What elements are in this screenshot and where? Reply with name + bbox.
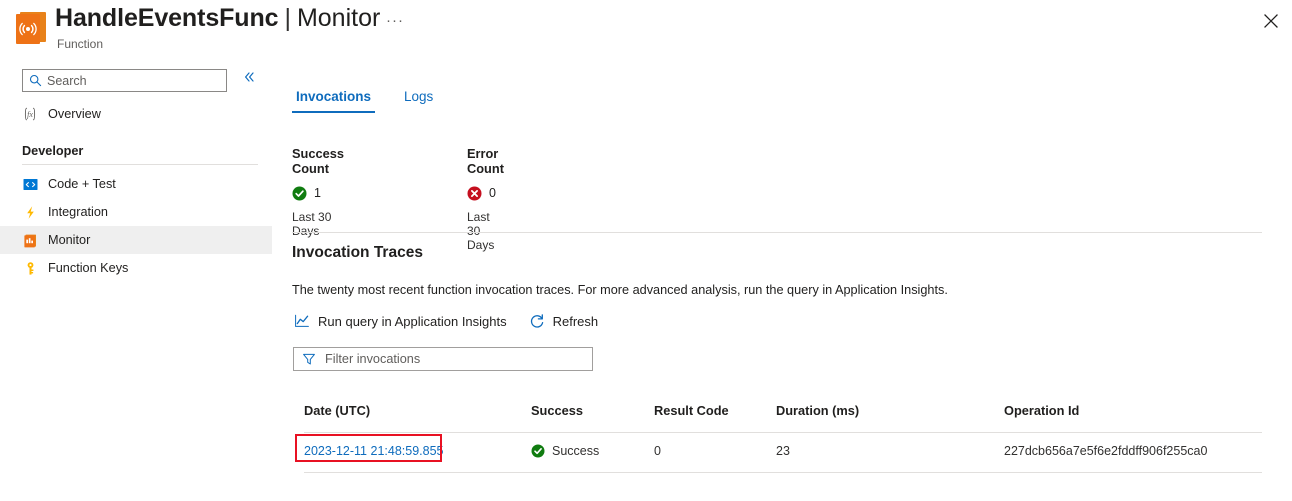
- section-title: Invocation Traces: [292, 244, 423, 262]
- column-header-operation-id[interactable]: Operation Id: [1004, 403, 1079, 418]
- more-menu-button[interactable]: ···: [384, 10, 406, 32]
- tab-label: Logs: [404, 89, 433, 104]
- filter-input[interactable]: [325, 349, 592, 369]
- monitor-chart-icon: [22, 232, 38, 248]
- metric-error-count: Error Count 0 Last 30 Days: [467, 146, 504, 252]
- action-label: Run query in Application Insights: [318, 314, 507, 329]
- success-check-icon: [292, 186, 307, 201]
- page-title: HandleEventsFunc|Monitor: [55, 4, 380, 33]
- resource-type-label: Function: [57, 37, 103, 51]
- azure-portal-blade: HandleEventsFunc|Monitor ··· Function: [0, 0, 1292, 501]
- refresh-button[interactable]: Refresh: [529, 313, 599, 329]
- column-header-result-code[interactable]: Result Code: [654, 403, 729, 418]
- lightning-bolt-icon: [22, 204, 38, 220]
- sidebar-item-code-test[interactable]: Code + Test: [0, 170, 272, 198]
- function-fx-icon: fx: [22, 106, 38, 122]
- sidebar-item-label: Integration: [48, 204, 108, 220]
- action-toolbar: Run query in Application Insights Refres…: [294, 313, 620, 329]
- code-brackets-icon: [22, 176, 38, 192]
- tab-invocations[interactable]: Invocations: [292, 89, 375, 113]
- column-header-duration[interactable]: Duration (ms): [776, 403, 859, 418]
- sidebar-nav: fx Overview Developer Code + Test: [0, 100, 272, 282]
- metric-value: 0: [489, 186, 496, 200]
- search-input[interactable]: [47, 71, 226, 90]
- table-row-divider: [304, 472, 1262, 473]
- success-status-label: Success: [552, 444, 599, 458]
- metric-title: Error Count: [467, 146, 504, 176]
- funnel-filter-icon: [302, 352, 316, 366]
- action-label: Refresh: [553, 314, 599, 329]
- section-description: The twenty most recent function invocati…: [292, 283, 948, 297]
- blade-sidebar: fx Overview Developer Code + Test: [0, 58, 272, 501]
- tab-logs[interactable]: Logs: [400, 89, 437, 113]
- sidebar-search: [22, 69, 227, 92]
- cell-operation-id: 227dcb656a7e5f6e2fddff906f255ca0: [1004, 444, 1207, 458]
- metric-subtitle: Last 30 Days: [292, 210, 344, 238]
- sidebar-item-monitor[interactable]: Monitor: [0, 226, 272, 254]
- close-icon[interactable]: [1259, 9, 1283, 33]
- column-header-date[interactable]: Date (UTC): [304, 403, 370, 418]
- cell-result-code: 0: [654, 444, 661, 458]
- search-icon: [29, 74, 42, 87]
- table-header-row: Date (UTC) Success Result Code Duration …: [304, 398, 1262, 432]
- metric-success-count: Success Count 1 Last 30 Days: [292, 146, 344, 238]
- metric-subtitle: Last 30 Days: [467, 210, 504, 252]
- chevron-double-left-icon[interactable]: [240, 70, 258, 88]
- blade-header: HandleEventsFunc|Monitor ··· Function: [0, 0, 1292, 58]
- metric-value: 1: [314, 186, 321, 200]
- cell-date: 2023-12-11 21:48:59.855: [304, 444, 443, 458]
- column-header-success[interactable]: Success: [531, 403, 583, 418]
- sidebar-item-integration[interactable]: Integration: [0, 198, 272, 226]
- cell-success: Success: [531, 444, 599, 458]
- metric-title: Success Count: [292, 146, 344, 176]
- key-icon: [22, 260, 38, 276]
- invocation-traces-table: Date (UTC) Success Result Code Duration …: [304, 398, 1262, 472]
- run-query-button[interactable]: Run query in Application Insights: [294, 313, 507, 329]
- filter-invocations-field[interactable]: [293, 347, 593, 371]
- tab-label: Invocations: [296, 89, 371, 104]
- table-row[interactable]: 2023-12-11 21:48:59.855 Success: [304, 432, 1262, 472]
- title-separator: |: [284, 4, 291, 32]
- svg-text:fx: fx: [27, 110, 33, 119]
- main-content: Invocations Logs Success Count 1: [292, 58, 1292, 501]
- section-divider: [292, 232, 1262, 233]
- resource-name: HandleEventsFunc: [55, 4, 278, 32]
- sidebar-item-label: Monitor: [48, 232, 90, 248]
- tab-list: Invocations Logs: [292, 89, 462, 113]
- sidebar-item-label: Code + Test: [48, 176, 116, 192]
- page-name: Monitor: [297, 4, 380, 32]
- sidebar-item-label: Function Keys: [48, 260, 128, 276]
- sidebar-divider: [22, 164, 258, 165]
- function-app-icon: [16, 12, 46, 44]
- sidebar-item-overview[interactable]: fx Overview: [0, 100, 272, 128]
- sidebar-item-label: Overview: [48, 106, 101, 122]
- invocation-date-link[interactable]: 2023-12-11 21:48:59.855: [304, 444, 443, 458]
- error-x-icon: [467, 186, 482, 201]
- refresh-icon: [529, 313, 545, 329]
- cell-duration: 23: [776, 444, 790, 458]
- success-check-icon: [531, 444, 545, 458]
- sidebar-item-function-keys[interactable]: Function Keys: [0, 254, 272, 282]
- line-chart-icon: [294, 313, 310, 329]
- sidebar-group-developer: Developer: [0, 140, 272, 162]
